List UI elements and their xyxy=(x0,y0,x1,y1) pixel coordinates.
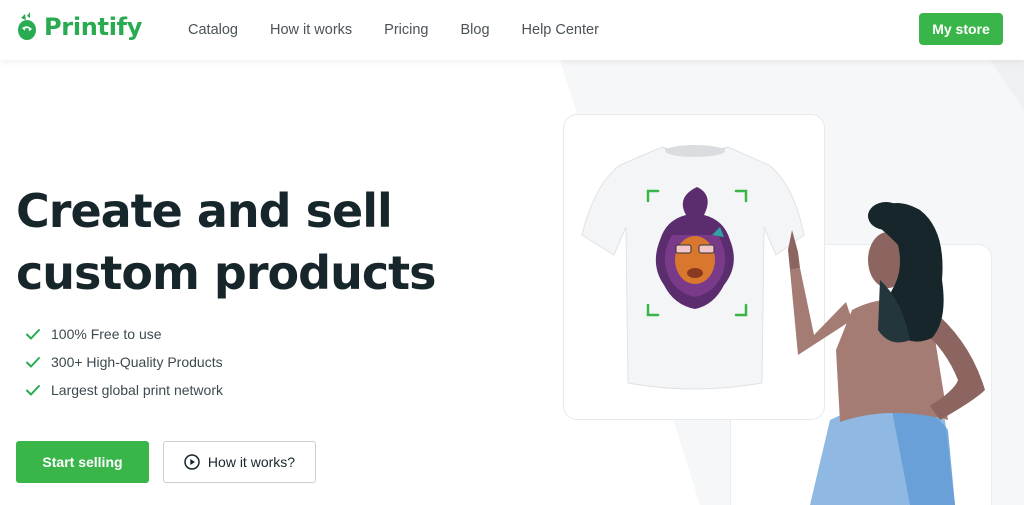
check-icon xyxy=(26,357,40,368)
headline-line-2: custom products xyxy=(16,246,436,300)
feature-text: 100% Free to use xyxy=(51,326,162,342)
main-nav: Catalog How it works Pricing Blog Help C… xyxy=(188,0,599,60)
feature-list: 100% Free to use 300+ High-Quality Produ… xyxy=(25,320,223,404)
check-icon xyxy=(26,385,40,396)
nav-catalog[interactable]: Catalog xyxy=(188,22,238,38)
nav-blog[interactable]: Blog xyxy=(461,22,490,38)
nav-how-it-works[interactable]: How it works xyxy=(270,22,352,38)
how-it-works-label: How it works? xyxy=(207,454,296,470)
how-it-works-button[interactable]: How it works? xyxy=(163,441,316,483)
nav-help-center[interactable]: Help Center xyxy=(522,22,599,38)
feature-item: 100% Free to use xyxy=(25,320,223,348)
nav-pricing[interactable]: Pricing xyxy=(384,22,428,38)
woman-pointing-illustration xyxy=(788,202,985,505)
printify-logo[interactable]: Printify xyxy=(16,12,142,42)
printify-logo-icon xyxy=(18,12,36,40)
play-circle-icon xyxy=(184,454,200,470)
hero-headline: Create and sell custom products xyxy=(16,180,436,304)
brand-name: Printify xyxy=(44,13,143,41)
check-icon xyxy=(26,329,40,340)
feature-item: Largest global print network xyxy=(25,376,223,404)
headline-line-1: Create and sell xyxy=(16,184,393,238)
feature-text: 300+ High-Quality Products xyxy=(51,354,223,370)
feature-item: 300+ High-Quality Products xyxy=(25,348,223,376)
feature-text: Largest global print network xyxy=(51,382,223,398)
my-store-button[interactable]: My store xyxy=(919,13,1003,45)
site-header: Printify Catalog How it works Pricing Bl… xyxy=(0,0,1024,60)
start-selling-button[interactable]: Start selling xyxy=(16,441,149,483)
